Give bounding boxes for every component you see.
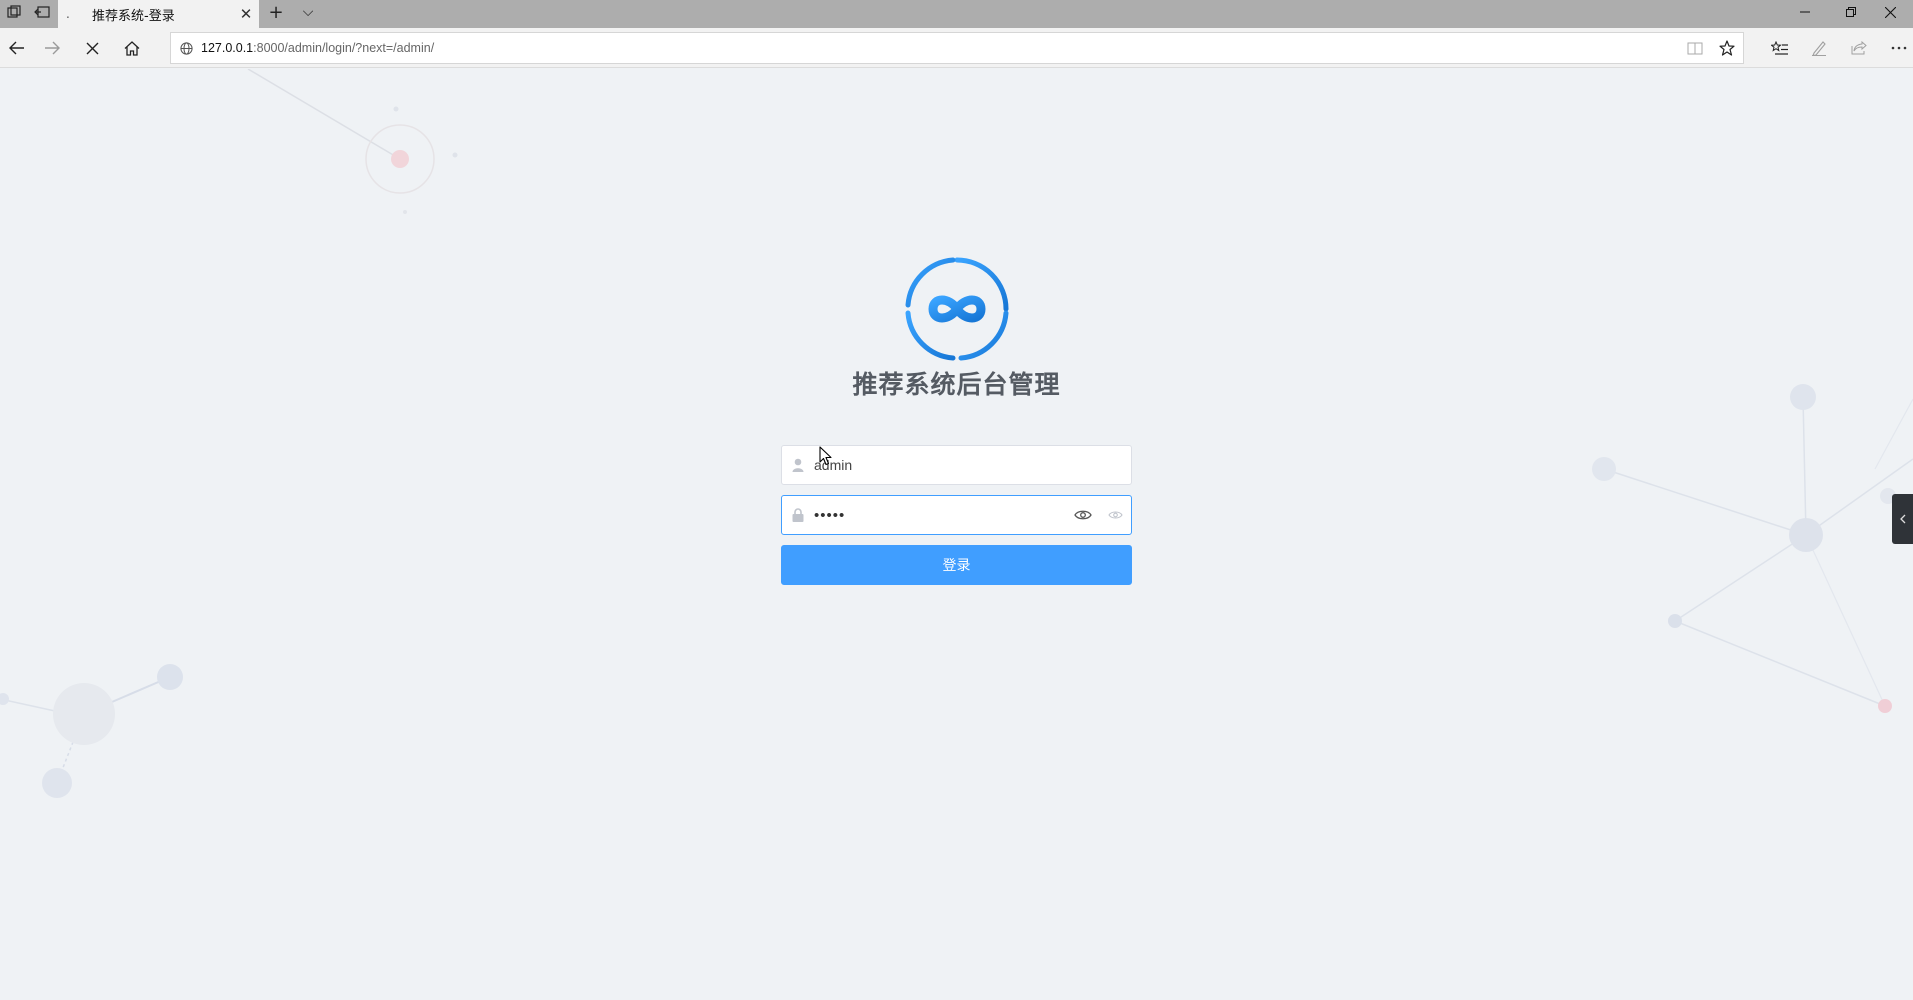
username-field[interactable] — [781, 445, 1132, 485]
tab-strip: . 推荐系统-登录 ✕ + ⌵ — [0, 0, 1913, 28]
set-aside-tabs-icon[interactable] — [28, 0, 56, 24]
favorites-hub-icon[interactable] — [1761, 32, 1799, 64]
url-text[interactable]: 127.0.0.1:8000/admin/login/?next=/admin/ — [201, 41, 1679, 55]
username-input[interactable] — [814, 446, 1131, 484]
window-close-icon[interactable] — [1867, 0, 1913, 24]
user-icon — [782, 458, 814, 472]
web-note-pen-icon[interactable] — [1800, 32, 1838, 64]
mouse-cursor-icon — [819, 446, 832, 466]
url-host: 127.0.0.1 — [201, 41, 254, 55]
login-button[interactable]: 登录 — [781, 545, 1132, 585]
forward-arrow-icon[interactable] — [35, 32, 69, 64]
password-input[interactable] — [814, 496, 1067, 534]
login-form: 推荐系统后台管理 登录 — [781, 257, 1132, 585]
reading-view-icon[interactable] — [1679, 42, 1711, 55]
tab-title: 推荐系统-登录 — [92, 8, 175, 24]
clear-eye-icon[interactable] — [1099, 510, 1131, 520]
browser-window: . 推荐系统-登录 ✕ + ⌵ 127.0.0.1:8000/admin/log… — [0, 0, 1913, 1000]
tab-close-icon[interactable]: ✕ — [233, 5, 259, 23]
stop-loading-icon[interactable] — [75, 32, 109, 64]
tab-list-chevron-icon[interactable]: ⌵ — [294, 0, 322, 24]
page-viewport: 推荐系统后台管理 登录 — [0, 69, 1913, 1000]
infinity-logo-icon — [905, 257, 1008, 361]
chevron-left-icon — [1900, 514, 1906, 524]
side-panel-toggle[interactable] — [1892, 494, 1913, 544]
page-title: 推荐系统后台管理 — [852, 370, 1061, 399]
minimize-icon[interactable] — [1782, 0, 1828, 24]
password-field[interactable] — [781, 495, 1132, 535]
tab-actions-icon[interactable] — [0, 0, 28, 24]
show-password-eye-icon[interactable] — [1067, 509, 1099, 521]
spinner-icon: . — [66, 7, 70, 21]
navigation-bar: 127.0.0.1:8000/admin/login/?next=/admin/ — [0, 28, 1913, 68]
lock-icon — [782, 508, 814, 522]
home-icon[interactable] — [115, 32, 149, 64]
url-path: :8000/admin/login/?next=/admin/ — [253, 41, 435, 55]
more-menu-icon[interactable] — [1880, 32, 1913, 64]
site-info-globe-icon[interactable] — [171, 41, 201, 55]
address-bar[interactable]: 127.0.0.1:8000/admin/login/?next=/admin/ — [170, 32, 1744, 64]
share-icon[interactable] — [1840, 32, 1878, 64]
new-tab-icon[interactable]: + — [262, 0, 290, 24]
back-arrow-icon[interactable] — [0, 32, 34, 64]
tab-active[interactable]: . 推荐系统-登录 ✕ — [58, 0, 259, 28]
favorite-star-icon[interactable] — [1711, 40, 1743, 56]
